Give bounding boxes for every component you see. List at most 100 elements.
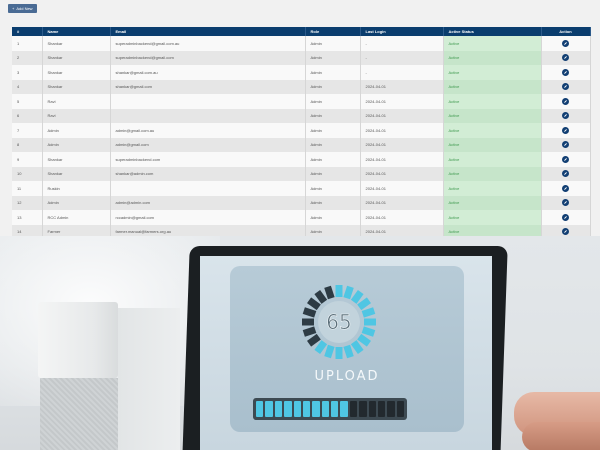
- header-col-name[interactable]: Name: [42, 27, 111, 36]
- cell-status: Active: [443, 181, 542, 196]
- table-row: 8 Admin admin@gmail.com Admin 2024-04-01 Acti…: [12, 137, 591, 152]
- header-col-last-login[interactable]: Last Login: [360, 27, 444, 36]
- edit-icon[interactable]: [562, 54, 569, 62]
- progress-segment: [349, 401, 358, 417]
- table-row: 4 Shankar shankar@gmail.com Admin 2024-04-01…: [12, 79, 591, 94]
- edit-icon[interactable]: [562, 39, 569, 47]
- cell-last-login: 2024-04-01: [360, 166, 444, 181]
- plus-icon: +: [12, 6, 15, 11]
- table-row: 11 Ruskin Admin 2024-04-01 Active: [12, 181, 591, 196]
- cell-action: [541, 210, 591, 225]
- add-new-button[interactable]: + Add New: [8, 4, 37, 13]
- progress-segment: [396, 401, 404, 417]
- edit-icon[interactable]: [562, 97, 569, 105]
- edit-icon[interactable]: [562, 199, 569, 207]
- cell-email: superadminbackend@gmail.com.au: [110, 36, 306, 51]
- cell-role: Admin: [305, 65, 361, 80]
- cell-last-login: 2024-04-01: [360, 181, 444, 196]
- header-col-active-status[interactable]: Active Status: [443, 27, 542, 36]
- cell-num: 5: [12, 94, 43, 109]
- progress-segment: [331, 401, 339, 417]
- cell-status: Active: [443, 79, 542, 94]
- cell-email: superadminbackend.com: [110, 152, 306, 167]
- background-device: [118, 308, 180, 450]
- cell-last-login: 2024-04-01: [360, 210, 444, 225]
- edit-icon[interactable]: [562, 83, 569, 91]
- upload-photo: 65 UPLOAD: [0, 236, 600, 450]
- edit-icon[interactable]: [562, 141, 569, 149]
- gauge-segment: [350, 290, 364, 304]
- cell-name: RCC Admin: [42, 210, 111, 225]
- cell-num: 8: [12, 137, 43, 152]
- edit-icon[interactable]: [562, 184, 569, 192]
- cell-status: Active: [443, 94, 542, 109]
- users-table-wrapper: # Name Email Role Last Login Active Status Act…: [12, 27, 591, 236]
- cell-name: Ravi: [42, 94, 111, 109]
- router-device-top: [38, 302, 118, 378]
- cell-action: [541, 224, 591, 236]
- upload-gauge: 65: [302, 285, 376, 359]
- cell-name: Ravi: [42, 108, 111, 123]
- progress-segment: [274, 401, 283, 417]
- edit-icon[interactable]: [562, 213, 569, 221]
- cell-action: [541, 137, 591, 152]
- table-row: 2 Shankar superadminbackend@gmail.com Admin…: [12, 50, 591, 65]
- cell-action: [541, 181, 591, 196]
- edit-icon[interactable]: [562, 228, 569, 236]
- upload-progress-bar: [253, 398, 407, 420]
- cell-role: Admin: [305, 152, 361, 167]
- cell-num: 12: [12, 195, 43, 210]
- progress-segment: [302, 401, 311, 417]
- table-row: 10 Shankar shankar@admin.com Admin 2024-04-0…: [12, 166, 591, 181]
- admin-panel: + Add New # Name Email Role Last Login Active…: [0, 0, 600, 236]
- cell-email: farmer.manual@farmers.org.au: [110, 224, 306, 236]
- progress-segment: [340, 401, 348, 417]
- cell-num: 1: [12, 36, 43, 51]
- header-col-email[interactable]: Email: [110, 27, 306, 36]
- cell-status: Active: [443, 166, 542, 181]
- cell-email: rccadmin@gmail.com: [110, 210, 306, 225]
- cell-num: 14: [12, 224, 43, 236]
- progress-segment: [293, 401, 301, 417]
- cell-status: Active: [443, 152, 542, 167]
- gauge-segment: [307, 333, 321, 347]
- gauge-segment: [324, 285, 335, 300]
- table-row: 14 Farmer farmer.manual@farmers.org.au Admi…: [12, 224, 591, 236]
- cell-name: Shankar: [42, 166, 111, 181]
- edit-icon[interactable]: [562, 170, 569, 178]
- header-col-role[interactable]: Role: [305, 27, 361, 36]
- edit-icon[interactable]: [562, 112, 569, 120]
- cell-num: 4: [12, 79, 43, 94]
- cell-name: Shankar: [42, 65, 111, 80]
- progress-segment: [265, 401, 273, 417]
- cell-role: Admin: [305, 210, 361, 225]
- gauge-segment: [324, 344, 335, 359]
- cell-name: Shankar: [42, 79, 111, 94]
- gauge-segment: [357, 333, 371, 347]
- cell-status: Active: [443, 50, 542, 65]
- gauge-segment: [302, 326, 317, 337]
- cell-action: [541, 152, 591, 167]
- cell-action: [541, 50, 591, 65]
- cell-name: Shankar: [42, 50, 111, 65]
- edit-icon[interactable]: [562, 68, 569, 76]
- edit-icon[interactable]: [562, 126, 569, 134]
- cell-role: Admin: [305, 137, 361, 152]
- cell-last-login: 2024-04-01: [360, 108, 444, 123]
- cell-action: [541, 108, 591, 123]
- table-body: 1 Shankar superadminbackend@gmail.com.au Ad…: [12, 36, 591, 236]
- cell-num: 2: [12, 50, 43, 65]
- cell-last-login: 2024-04-01: [360, 123, 444, 138]
- cell-num: 6: [12, 108, 43, 123]
- cell-role: Admin: [305, 108, 361, 123]
- router-device-bottom: [40, 378, 118, 450]
- cell-last-login: 2024-04-01: [360, 152, 444, 167]
- cell-role: Admin: [305, 181, 361, 196]
- gauge-segment: [361, 326, 376, 337]
- cell-status: Active: [443, 137, 542, 152]
- cell-email: [110, 94, 306, 109]
- gauge-segment: [302, 307, 317, 318]
- edit-icon[interactable]: [562, 155, 569, 163]
- cell-num: 7: [12, 123, 43, 138]
- cell-role: Admin: [305, 195, 361, 210]
